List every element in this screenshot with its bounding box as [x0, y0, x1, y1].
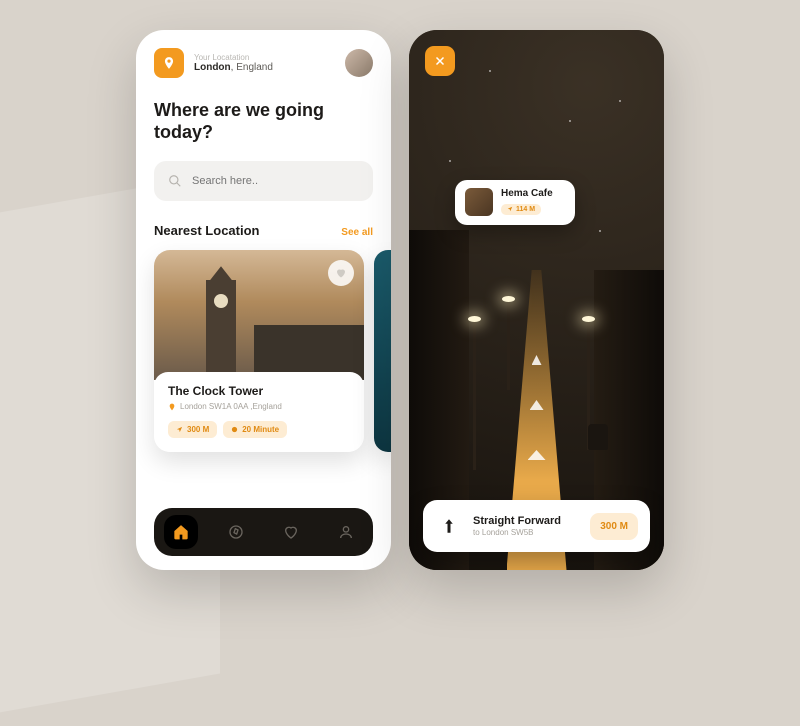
section-header: Nearest Location See all [154, 223, 373, 238]
camera-view [409, 30, 664, 570]
poi-info: Hema Cafe 114 M [501, 188, 553, 217]
search-icon [168, 174, 182, 188]
nav-explore[interactable] [219, 515, 253, 549]
bottom-nav [154, 508, 373, 556]
nav-arrow-icon [507, 206, 513, 212]
direction-text: Straight Forward to London SW5B [473, 515, 580, 537]
card-carousel[interactable]: The Clock Tower London SW1A 0AA ,England… [154, 250, 373, 452]
direction-subtitle: to London SW5B [473, 528, 580, 537]
pin-icon [168, 403, 176, 411]
poi-card[interactable]: Hema Cafe 114 M [455, 180, 575, 225]
search-field[interactable] [192, 175, 359, 187]
direction-title: Straight Forward [473, 515, 580, 527]
card-address: London SW1A 0AA ,England [168, 402, 350, 411]
phone-ar-nav: Hema Cafe 114 M Straight Forward to Lond… [409, 30, 664, 570]
header: Your Locatation London, England [154, 48, 373, 78]
card-image [154, 250, 364, 380]
location-text[interactable]: Your Locatation London, England [194, 53, 335, 73]
time-chip: 20 Minute [223, 421, 287, 438]
favorite-button[interactable] [328, 260, 354, 286]
straight-arrow-icon [440, 517, 458, 535]
poi-distance-chip: 114 M [501, 204, 541, 215]
location-card-peek[interactable] [374, 250, 391, 452]
card-title: The Clock Tower [168, 384, 350, 398]
hero-heading: Where are we going today? [154, 100, 334, 143]
card-chips: 300 M 20 Minute [168, 421, 350, 438]
direction-card[interactable]: Straight Forward to London SW5B 300 M [423, 500, 650, 552]
close-button[interactable] [425, 46, 455, 76]
heart-icon [335, 267, 347, 279]
nav-arrow-icon [176, 426, 183, 433]
home-icon [173, 524, 189, 540]
see-all-link[interactable]: See all [341, 227, 373, 238]
nav-favorites[interactable] [274, 515, 308, 549]
search-input[interactable] [154, 161, 373, 201]
user-icon [338, 524, 354, 540]
poi-title: Hema Cafe [501, 188, 553, 199]
nav-home[interactable] [164, 515, 198, 549]
close-icon [434, 55, 446, 67]
clock-icon [231, 426, 238, 433]
nav-profile[interactable] [329, 515, 363, 549]
location-icon[interactable] [154, 48, 184, 78]
poi-thumbnail [465, 188, 493, 216]
location-card[interactable]: The Clock Tower London SW1A 0AA ,England… [154, 250, 364, 452]
direction-icon-wrap [435, 512, 463, 540]
distance-chip: 300 M [168, 421, 217, 438]
phone-home: Your Locatation London, England Where ar… [136, 30, 391, 570]
section-title: Nearest Location [154, 223, 259, 238]
direction-distance: 300 M [590, 513, 638, 540]
location-value: London, England [194, 62, 335, 73]
compass-icon [228, 524, 244, 540]
location-label: Your Locatation [194, 53, 335, 62]
avatar[interactable] [345, 49, 373, 77]
card-body: The Clock Tower London SW1A 0AA ,England… [154, 372, 364, 452]
heart-icon [283, 524, 299, 540]
